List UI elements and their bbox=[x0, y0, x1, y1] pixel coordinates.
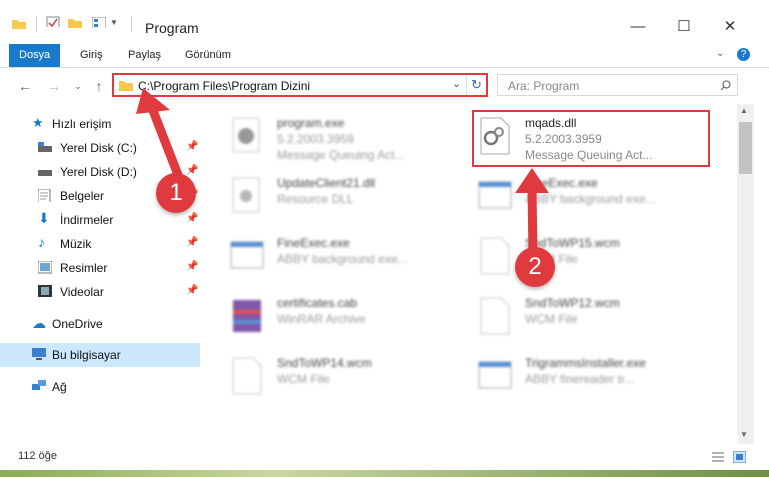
annotation-badge-2: 2 bbox=[515, 247, 555, 287]
annotation-arrows bbox=[136, 88, 549, 256]
annotation-badge-1: 1 bbox=[156, 173, 196, 213]
